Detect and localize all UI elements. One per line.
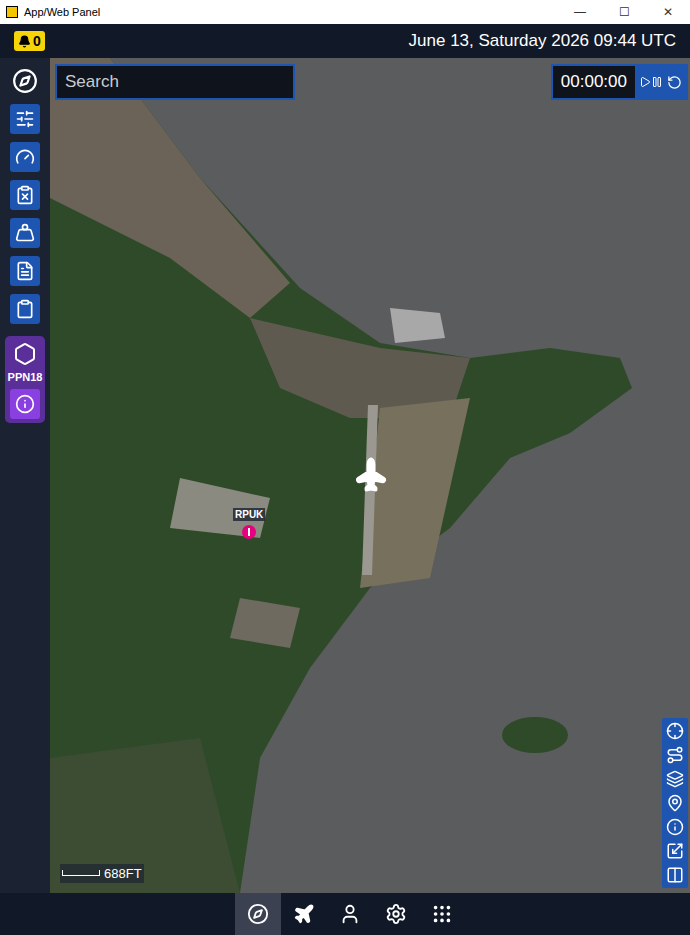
- compass-icon: [12, 68, 38, 94]
- pause-icon: [651, 76, 663, 88]
- map[interactable]: 00:00:00 RPUK 688FT: [50, 58, 690, 893]
- timer: 00:00:00: [551, 64, 688, 100]
- airport-pin[interactable]: RPUK: [233, 508, 265, 539]
- pin-icon: [242, 525, 256, 539]
- header-bar: 0 June 13, Saturday 2026 09:44 UTC: [0, 24, 690, 58]
- sidebar-item[interactable]: [10, 218, 40, 248]
- clipboard-icon: [15, 299, 35, 319]
- sidebar-item[interactable]: [10, 256, 40, 286]
- nav-item[interactable]: [281, 893, 327, 935]
- plugin-label: PPN18: [8, 369, 43, 386]
- bell-icon: [18, 35, 31, 48]
- sidebar-item[interactable]: [10, 142, 40, 172]
- nav-item[interactable]: [419, 893, 465, 935]
- gauge-icon: [15, 147, 35, 167]
- timer-display: 00:00:00: [553, 66, 635, 98]
- pin-icon[interactable]: [666, 794, 684, 812]
- search-input[interactable]: [55, 64, 295, 100]
- route-icon[interactable]: [666, 746, 684, 764]
- airport-label: RPUK: [233, 508, 265, 521]
- app-window: App/Web Panel —☐✕ 0 June 13, Saturday 2026 …: [0, 0, 690, 935]
- pilot-icon: [339, 903, 361, 925]
- nav-item[interactable]: [327, 893, 373, 935]
- sidebar: PPN18: [0, 58, 50, 893]
- datetime: June 13, Saturday 2026 09:44 UTC: [409, 28, 676, 54]
- window-control[interactable]: ✕: [646, 3, 690, 21]
- plane-icon: [293, 903, 315, 925]
- grid-icon: [431, 903, 453, 925]
- gear-icon: [385, 903, 407, 925]
- nav-item[interactable]: [235, 893, 281, 935]
- layers-icon[interactable]: [666, 770, 684, 788]
- info-icon[interactable]: [666, 818, 684, 836]
- sidebar-item[interactable]: [10, 66, 40, 96]
- reset-icon[interactable]: [667, 75, 682, 90]
- bottom-nav: [0, 893, 690, 935]
- plugin-info-button[interactable]: [10, 389, 40, 419]
- aircraft-marker: [354, 460, 388, 494]
- map-tools: [662, 718, 688, 888]
- weight-icon: [15, 223, 35, 243]
- sidebar-item[interactable]: [10, 104, 40, 134]
- window-title: App/Web Panel: [24, 4, 100, 21]
- nav-item[interactable]: [373, 893, 419, 935]
- hexagon-icon: [13, 342, 37, 366]
- sidebar-item[interactable]: [10, 294, 40, 324]
- play-pause-button[interactable]: [639, 76, 663, 88]
- window-control[interactable]: —: [558, 3, 602, 21]
- frame-icon[interactable]: [666, 842, 684, 860]
- info-icon: [15, 394, 35, 414]
- sidebar-item[interactable]: [10, 180, 40, 210]
- play-icon: [639, 76, 651, 88]
- app-logo-icon: [6, 6, 18, 18]
- columns-icon[interactable]: [666, 866, 684, 884]
- document-icon: [15, 261, 35, 281]
- scale-bar: 688FT: [60, 864, 144, 884]
- sliders-icon: [15, 109, 35, 129]
- title-bar: App/Web Panel —☐✕: [0, 0, 690, 24]
- airplane-icon: [347, 453, 395, 501]
- clipboard-x-icon: [15, 185, 35, 205]
- window-control[interactable]: ☐: [602, 3, 646, 21]
- notification-badge[interactable]: 0: [14, 31, 45, 51]
- plugin-group: PPN18: [5, 336, 45, 423]
- crosshair-icon[interactable]: [666, 722, 684, 740]
- compass-icon: [247, 903, 269, 925]
